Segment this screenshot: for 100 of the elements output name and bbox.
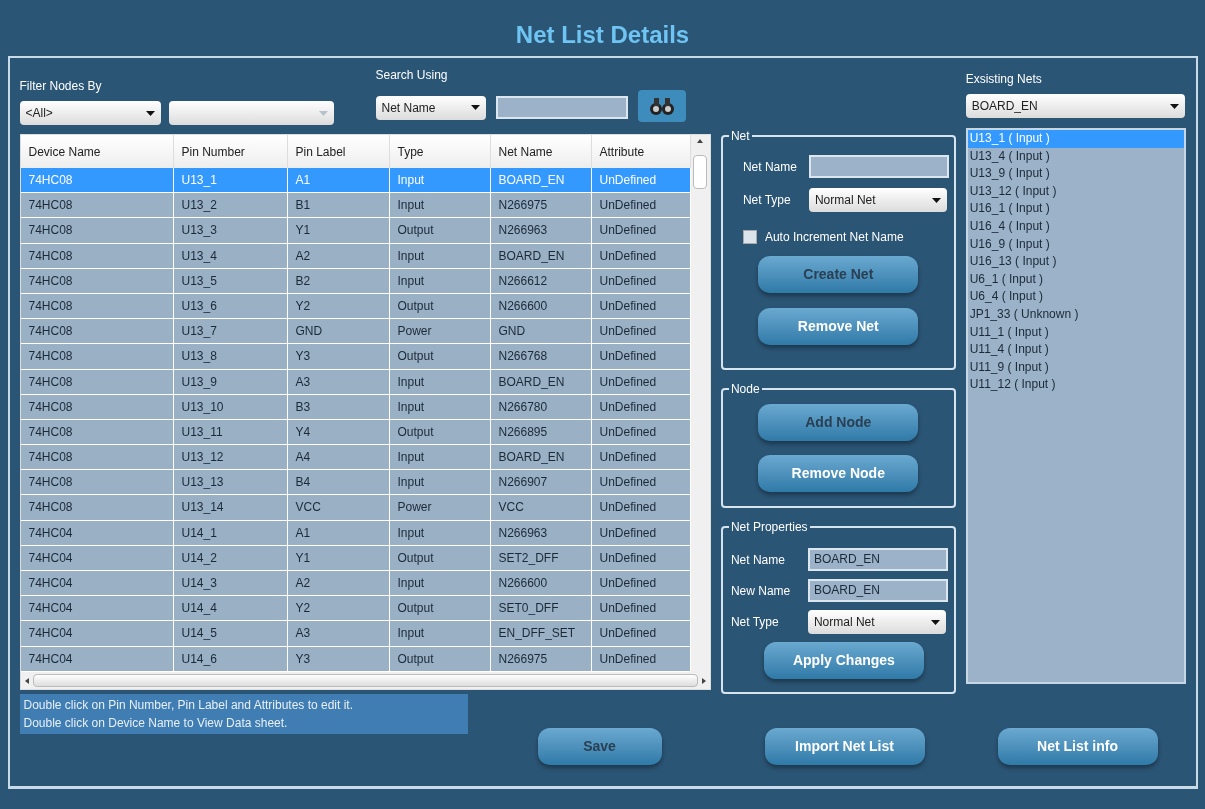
table-cell: U13_6 bbox=[173, 293, 288, 319]
search-field[interactable] bbox=[495, 96, 628, 119]
table-row[interactable]: 74HC08 U13_3 Y1 Output N266963 UnDefined bbox=[20, 218, 691, 244]
list-item[interactable]: U16_4 ( Input ) bbox=[967, 217, 1184, 236]
table-row[interactable]: 74HC08 U13_7 GND Power GND UnDefined bbox=[20, 319, 691, 345]
table-row[interactable]: 74HC08 U13_6 Y2 Output N266600 UnDefined bbox=[20, 293, 691, 320]
table-cell: Output bbox=[389, 545, 491, 570]
list-item[interactable]: U11_4 ( Input ) bbox=[967, 341, 1184, 359]
table-row[interactable]: 74HC04 U14_2 Y1 Output SET2_DFF UnDefined bbox=[20, 545, 691, 571]
list-item[interactable]: U13_12 ( Input ) bbox=[967, 182, 1184, 201]
list-item[interactable]: U6_1 ( Input ) bbox=[967, 270, 1184, 289]
scroll-thumb[interactable] bbox=[693, 155, 708, 189]
table-cell: U13_7 bbox=[173, 319, 288, 344]
table-cell: A1 bbox=[287, 168, 390, 193]
checkbox[interactable] bbox=[742, 230, 757, 244]
table-cell: VCC bbox=[287, 495, 390, 520]
table-cell: U13_13 bbox=[173, 470, 288, 495]
table-row[interactable]: 74HC08 U13_8 Y3 Output N266768 UnDefined bbox=[20, 344, 691, 370]
table-cell: 74HC08 bbox=[20, 168, 174, 193]
list-item[interactable]: JP1_33 ( Unknown ) bbox=[967, 305, 1184, 324]
table-row[interactable]: 74HC08 U13_14 VCC Power VCC UnDefined bbox=[20, 495, 691, 521]
table-cell: 74HC08 bbox=[20, 218, 174, 243]
table-row[interactable]: 74HC08 U13_5 B2 Input N266612 UnDefined bbox=[20, 268, 691, 294]
table-cell: N266963 bbox=[490, 520, 592, 545]
table-row[interactable]: 74HC08 U13_2 B1 Input N266975 UnDefined bbox=[20, 193, 691, 219]
net-name-field[interactable]: BOARD_EN bbox=[807, 548, 948, 571]
table-cell: Y1 bbox=[287, 545, 390, 570]
table-row[interactable]: 74HC04 U14_5 A3 Input EN_DFF_SET UnDefined bbox=[20, 621, 691, 647]
caret-icon bbox=[931, 197, 941, 203]
table-cell: Output bbox=[389, 596, 491, 621]
list-item[interactable]: U16_1 ( Input ) bbox=[967, 200, 1184, 218]
table-row[interactable]: 74HC04 U14_6 Y3 Output N266975 UnDefined bbox=[20, 646, 691, 672]
table-cell: 74HC08 bbox=[20, 293, 174, 319]
filter-value-dropdown[interactable] bbox=[168, 101, 334, 125]
table-cell: U13_14 bbox=[173, 495, 288, 520]
list-item[interactable]: U13_9 ( Input ) bbox=[967, 165, 1184, 183]
table-cell: Output bbox=[389, 218, 491, 243]
table-cell: VCC bbox=[490, 495, 592, 520]
search-dropdown[interactable]: Net Name bbox=[375, 95, 486, 120]
caret-icon bbox=[145, 110, 155, 116]
table-cell: Input bbox=[389, 571, 491, 596]
table-cell: UnDefined bbox=[591, 394, 691, 419]
table-cell: GND bbox=[490, 319, 592, 344]
table-row[interactable]: 74HC04 U14_4 Y2 Output SET0_DFF UnDefined bbox=[20, 596, 691, 622]
table-row[interactable]: 74HC08 U13_13 B4 Input N266907 UnDefined bbox=[20, 470, 691, 496]
table-cell: N266600 bbox=[490, 293, 592, 319]
table-row[interactable]: 74HC04 U14_1 A1 Input N266963 UnDefined bbox=[20, 520, 691, 546]
table-cell: UnDefined bbox=[591, 319, 691, 344]
table-cell: Y4 bbox=[287, 419, 390, 445]
table-cell: Input bbox=[389, 168, 491, 193]
table-cell: Output bbox=[389, 646, 491, 671]
vertical-scrollbar[interactable] bbox=[690, 135, 710, 672]
import-net-list-button[interactable]: Import Net List bbox=[764, 728, 925, 765]
list-item[interactable]: U11_12 ( Input ) bbox=[967, 376, 1184, 394]
table-cell: U14_3 bbox=[173, 571, 288, 596]
table-cell: 74HC08 bbox=[20, 243, 174, 268]
list-item[interactable]: U13_4 ( Input ) bbox=[967, 147, 1184, 166]
new-name-field[interactable]: BOARD_EN bbox=[807, 579, 948, 602]
table-cell: U14_4 bbox=[173, 596, 288, 621]
search-button[interactable] bbox=[637, 90, 686, 122]
table-cell: B2 bbox=[287, 268, 390, 293]
horizontal-scrollbar[interactable] bbox=[20, 672, 710, 689]
table-cell: BOARD_EN bbox=[490, 369, 592, 394]
table-cell: UnDefined bbox=[591, 344, 691, 369]
list-item[interactable]: U6_4 ( Input ) bbox=[967, 288, 1184, 306]
remove-net-button[interactable]: Remove Net bbox=[758, 308, 919, 345]
net-type-dropdown[interactable]: Normal Net bbox=[808, 188, 947, 212]
table-cell: N266975 bbox=[490, 193, 592, 218]
table-row[interactable]: 74HC08 U13_9 A3 Input BOARD_EN UnDefined bbox=[20, 369, 691, 395]
scroll-thumb[interactable] bbox=[32, 674, 698, 687]
hint-text: Double click on Device Name to View Data sheet. bbox=[23, 715, 289, 732]
list-item[interactable]: U16_9 ( Input ) bbox=[967, 235, 1184, 254]
table-cell: UnDefined bbox=[591, 168, 691, 193]
net-name-field[interactable] bbox=[808, 155, 949, 178]
table-cell: 74HC08 bbox=[20, 193, 174, 218]
existing-nets-dropdown[interactable]: BOARD_EN bbox=[965, 94, 1185, 118]
list-item[interactable]: U11_1 ( Input ) bbox=[967, 323, 1184, 342]
table-cell: Y3 bbox=[287, 646, 390, 671]
list-item[interactable]: U16_13 ( Input ) bbox=[967, 253, 1184, 271]
table-row[interactable]: 74HC08 U13_11 Y4 Output N266895 UnDefined bbox=[20, 419, 691, 446]
table-cell: U14_6 bbox=[173, 646, 288, 671]
filter-dropdown[interactable]: <All> bbox=[19, 101, 161, 125]
table-cell: 74HC08 bbox=[20, 495, 174, 520]
apply-changes-button[interactable]: Apply Changes bbox=[763, 642, 924, 679]
table-cell: 74HC04 bbox=[20, 596, 174, 621]
table-row[interactable]: 74HC08 U13_10 B3 Input N266780 UnDefined bbox=[20, 394, 691, 420]
table-cell: A2 bbox=[287, 243, 390, 268]
table-cell: N266975 bbox=[490, 646, 592, 671]
remove-node-button[interactable]: Remove Node bbox=[758, 455, 919, 492]
net-type-dropdown[interactable]: Normal Net bbox=[807, 610, 946, 634]
table-cell: 74HC08 bbox=[20, 268, 174, 293]
table-row[interactable]: 74HC04 U14_3 A2 Input N266600 UnDefined bbox=[20, 571, 691, 597]
list-item[interactable]: U11_9 ( Input ) bbox=[967, 358, 1184, 377]
table-cell: UnDefined bbox=[591, 243, 691, 268]
table-cell: U13_4 bbox=[173, 243, 288, 268]
table-row[interactable]: 74HC08 U13_4 A2 Input BOARD_EN UnDefined bbox=[20, 243, 691, 269]
net-list-info-button[interactable]: Net List info bbox=[997, 728, 1158, 765]
table-row[interactable]: 74HC08 U13_12 A4 Input BOARD_EN UnDefined bbox=[20, 445, 691, 471]
table-cell: UnDefined bbox=[591, 520, 691, 545]
table-cell: UnDefined bbox=[591, 193, 691, 218]
